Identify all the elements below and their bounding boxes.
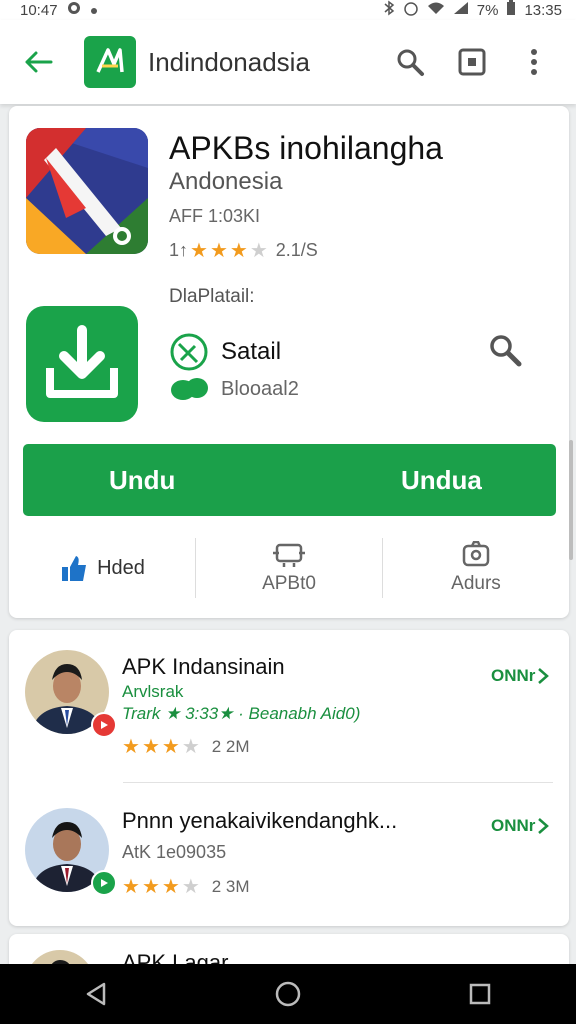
- download-app-icon[interactable]: [26, 306, 138, 422]
- unduh-left-label: Undu: [109, 464, 176, 495]
- triangle-back-icon: [86, 982, 106, 1006]
- badge: [91, 712, 117, 738]
- detail-label: DlaPlatail:: [169, 286, 255, 307]
- square-recents-icon: [469, 983, 491, 1005]
- bluetooth-icon: [383, 0, 395, 20]
- scrollbar[interactable]: [569, 440, 573, 560]
- list-item-rating: ★ ★ ★ ★ 2 3M: [122, 874, 250, 899]
- open-label: ONNr: [491, 666, 536, 685]
- more-vert-icon: [531, 49, 537, 75]
- list-item-count: 2 2M: [211, 736, 250, 756]
- like-icon: [62, 556, 87, 581]
- star-filled-icon: ★: [190, 240, 208, 262]
- share-icon: [273, 543, 305, 567]
- star-filled-icon: ★: [141, 736, 160, 758]
- list-item-meta: Trark ★ 3:33★ · Beanabh Aid0): [122, 704, 361, 723]
- app-rating: 1↑ ★ ★ ★ ★ 2.1/S: [169, 238, 318, 263]
- app-list-card: APK Indansinain Arvlsrak Trark ★ 3:33★ ·…: [9, 630, 569, 926]
- screen-button[interactable]: [452, 42, 492, 82]
- unduh-button[interactable]: Undu Undua: [23, 444, 556, 516]
- camera-icon: [462, 541, 490, 567]
- circle-home-icon: [275, 981, 301, 1007]
- badge: [91, 870, 117, 896]
- arrow-back-icon: [25, 51, 53, 73]
- play-badge-icon: [101, 879, 108, 887]
- nav-recents-button[interactable]: [458, 972, 502, 1016]
- app-icon-art: [26, 128, 148, 254]
- list-item-developer: Arvlsrak: [122, 682, 184, 701]
- rating-count: 2.1/S: [275, 240, 318, 260]
- app-size: AFF 1:03KI: [169, 206, 261, 226]
- dot-icon: [90, 2, 98, 19]
- app-bar: Indindonadsia: [0, 20, 576, 104]
- list-item-subtitle: AtK 1e09035: [122, 842, 227, 862]
- action-label: APBt0: [262, 573, 316, 594]
- satellite-icon: [169, 332, 209, 372]
- status-clock-right: 13:35: [524, 1, 562, 19]
- chevron-right-icon: [538, 668, 550, 684]
- action-adurs[interactable]: Adurs: [382, 538, 569, 598]
- list-item-count: 2 3M: [211, 876, 250, 896]
- star-empty-icon: ★: [181, 876, 200, 898]
- star-filled-icon: ★: [122, 736, 140, 758]
- detail-subtitle: Blooaal2: [221, 378, 299, 400]
- notification-icon: [66, 0, 82, 20]
- cloud-icon: [169, 374, 209, 402]
- signal-icon: [453, 1, 469, 19]
- star-empty-icon: ★: [249, 240, 268, 262]
- store-logo: [84, 36, 136, 88]
- system-nav-bar: [0, 964, 576, 1024]
- app-title: APKBs inohilangha: [169, 130, 443, 166]
- detail-search-button[interactable]: [487, 332, 527, 372]
- battery-percent: 7%: [476, 1, 499, 19]
- search-icon: [397, 49, 424, 76]
- app-icon[interactable]: [26, 128, 148, 254]
- action-hded[interactable]: Hded: [9, 538, 195, 598]
- list-item[interactable]: Pnnn yenakaivikendanghk... AtK 1e09035 ★…: [9, 788, 569, 928]
- list-item-rating: ★ ★ ★ ★ 2 2M: [122, 734, 250, 759]
- battery-icon: [506, 0, 516, 20]
- open-button[interactable]: ONNr: [491, 666, 550, 686]
- star-filled-icon: ★: [122, 876, 140, 898]
- divider: [123, 782, 553, 783]
- apk-logo-icon: [96, 48, 124, 73]
- rating-prefix: 1↑: [169, 240, 189, 260]
- nav-back-button[interactable]: [74, 972, 118, 1016]
- open-label: ONNr: [491, 816, 536, 835]
- screen-icon: [458, 48, 486, 76]
- open-button[interactable]: ONNr: [491, 816, 550, 836]
- list-item[interactable]: APK Indansinain Arvlsrak Trark ★ 3:33★ ·…: [9, 642, 569, 782]
- play-badge-icon: [101, 721, 108, 729]
- star-filled-icon: ★: [161, 736, 180, 758]
- star-filled-icon: ★: [161, 876, 180, 898]
- app-subtitle: Andonesia: [169, 168, 283, 195]
- status-bar: 10:47 7% 13:35: [0, 0, 576, 20]
- status-time: 10:47: [20, 1, 58, 19]
- chevron-right-icon: [538, 818, 550, 834]
- star-empty-icon: ★: [181, 736, 200, 758]
- download-icon: [46, 325, 118, 398]
- list-item-title: APK Indansinain: [122, 654, 285, 679]
- star-filled-icon: ★: [229, 240, 248, 262]
- action-apbto[interactable]: APBt0: [195, 538, 382, 598]
- detail-title: Satail: [221, 338, 282, 365]
- unduh-right-label: Undua: [401, 464, 482, 495]
- action-label: Hded: [97, 556, 145, 579]
- app-bar-title: Indindonadsia: [148, 46, 310, 77]
- nav-home-button[interactable]: [266, 972, 310, 1016]
- action-row: Hded APBt0 Adurs: [9, 538, 569, 598]
- action-label: Adurs: [451, 573, 501, 594]
- app-detail-card: APKBs inohilangha Andonesia AFF 1:03KI 1…: [9, 106, 569, 618]
- list-item-title: Pnnn yenakaivikendanghk...: [122, 808, 398, 833]
- star-filled-icon: ★: [141, 876, 160, 898]
- search-icon: [490, 335, 522, 367]
- alarm-icon: [403, 0, 419, 20]
- back-button[interactable]: [20, 44, 56, 80]
- more-button[interactable]: [514, 42, 554, 82]
- search-button[interactable]: [390, 42, 430, 82]
- wifi-icon: [427, 1, 445, 19]
- star-filled-icon: ★: [209, 240, 228, 262]
